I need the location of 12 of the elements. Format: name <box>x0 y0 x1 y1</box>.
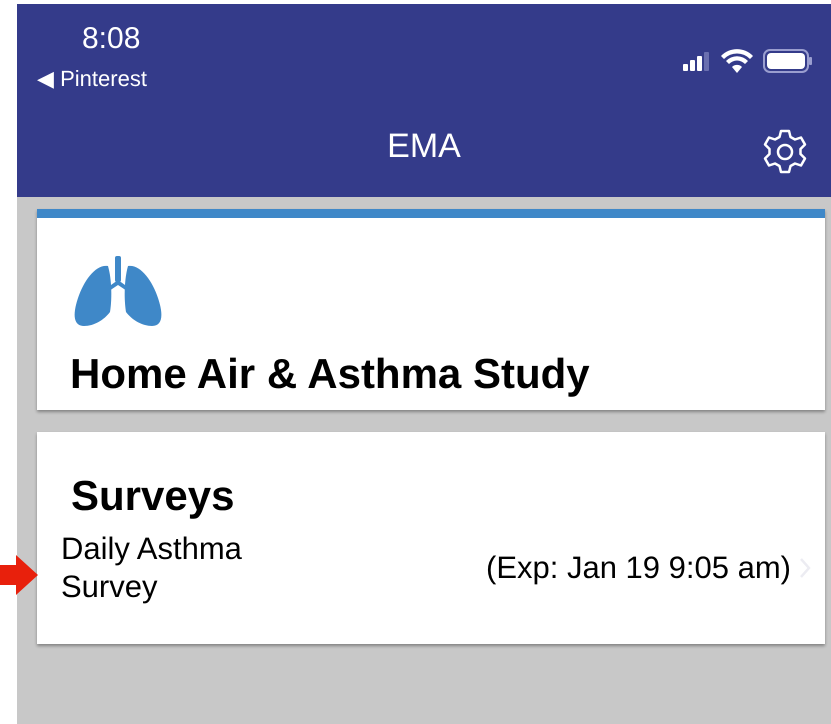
pointer-arrow <box>0 555 40 595</box>
battery-icon <box>763 49 813 73</box>
signal-icon <box>683 51 711 71</box>
settings-icon[interactable] <box>761 128 809 176</box>
status-time: 8:08 <box>82 22 140 56</box>
screen-title: EMA <box>387 127 461 166</box>
back-to-app-link[interactable]: ◀ Pinterest <box>37 66 147 92</box>
survey-name[interactable]: Daily Asthma Survey <box>61 530 301 606</box>
survey-expiry: (Exp: Jan 19 9:05 am) <box>485 550 791 586</box>
surveys-heading: Surveys <box>71 472 236 520</box>
wifi-icon <box>721 49 753 73</box>
study-title: Home Air & Asthma Study <box>70 350 591 398</box>
